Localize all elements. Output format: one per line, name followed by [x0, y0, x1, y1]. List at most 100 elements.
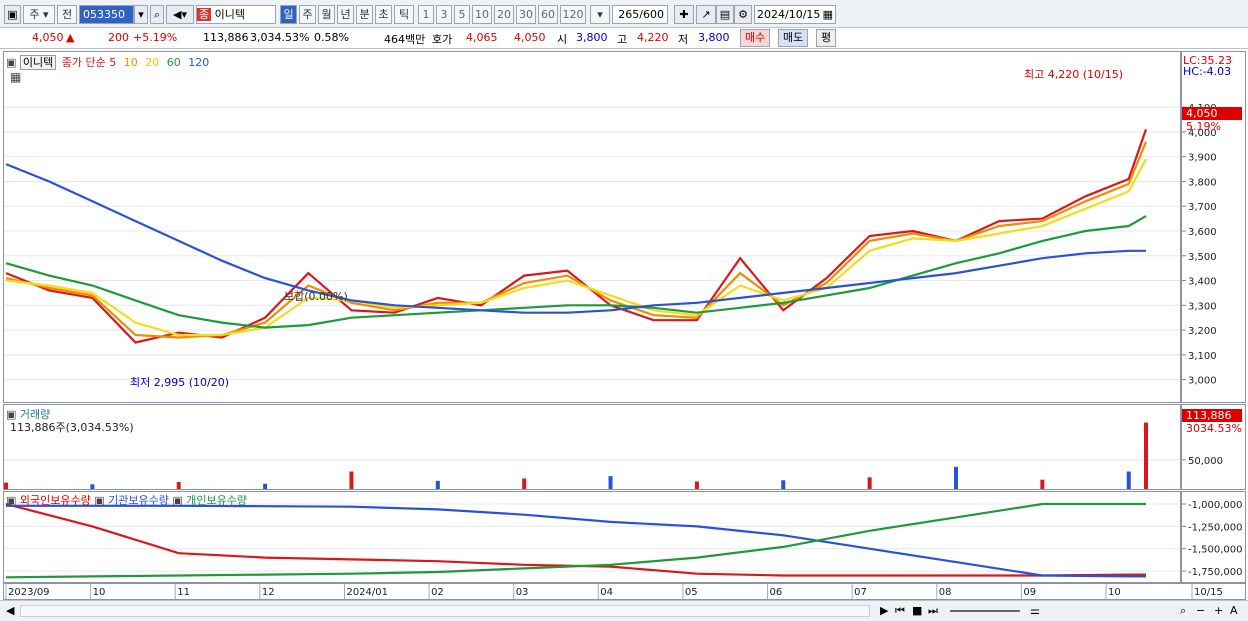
chart-icon[interactable]: ▣ — [4, 5, 21, 24]
hc-label: HC:-4.03 — [1183, 65, 1232, 78]
interval-30-button[interactable]: 30 — [516, 5, 536, 24]
ask-price: 4,065 — [466, 31, 498, 44]
y-tick-label: -1,750,000 — [1188, 567, 1243, 578]
search-icon[interactable]: ⌕ — [150, 5, 164, 24]
price-chart — [4, 106, 1180, 381]
zoom-in-icon[interactable]: + — [1214, 604, 1223, 617]
trade-amount: 464백만 — [384, 33, 426, 46]
sell-button[interactable]: 매도 — [778, 29, 809, 47]
stop-icon[interactable]: ■ — [912, 604, 922, 617]
date-tick-label: 10/15 — [1194, 587, 1223, 598]
volume-panel[interactable]: ▣ 거래량 113,886주(3,034.53%) — [3, 404, 1181, 490]
y-tick-label: 3,800 — [1188, 177, 1217, 188]
volume-value: 113,886 — [203, 31, 249, 44]
volume-axis: 50,000 113,886 3034.53% — [1181, 404, 1246, 490]
price-panel[interactable]: ▣ 이니텍 종가 단순 5 10 20 60 120 ▦ 최고 4,220 (1… — [3, 51, 1181, 403]
price-legend: ▣ 이니텍 종가 단순 5 10 20 60 120 — [6, 54, 209, 70]
price-axis: 3,000 3,100 3,200 3,300 3,400 3,500 3,600 3,700… — [1181, 51, 1246, 403]
date-tick-label: 05 — [685, 587, 698, 598]
market-label: 주 — [29, 8, 40, 21]
date-tick-label: 10 — [93, 587, 106, 598]
period-year-button[interactable]: 년 — [337, 5, 354, 24]
prev-button[interactable]: 전 — [57, 5, 77, 24]
quote-bar: 4,050 ▲ 200 +5.19% 113,886 3,034.53% 0.5… — [0, 28, 1248, 49]
open-price: 3,800 — [576, 31, 608, 44]
name-field[interactable]: 종 이니텍 — [196, 5, 276, 24]
next-page-icon[interactable]: ⏭ — [928, 604, 938, 618]
interval-60-button[interactable]: 60 — [538, 5, 558, 24]
calendar-icon[interactable]: ▦ — [823, 6, 833, 23]
market-select[interactable]: 주 ▾ — [23, 5, 55, 24]
count-field[interactable]: 265/600 — [612, 5, 668, 24]
y-tick-label: 3,600 — [1188, 227, 1217, 238]
interval-1-button[interactable]: 1 — [418, 5, 434, 24]
period-second-button[interactable]: 초 — [375, 5, 392, 24]
count-max: /600 — [639, 8, 664, 21]
bid-label: 호가 — [432, 33, 453, 46]
gear-icon[interactable]: ⚙ — [734, 5, 752, 24]
volume-bar — [954, 466, 958, 489]
holding-axis-svg: -1,000,000 -1,250,000 -1,500,000 -1,750,000 — [1182, 500, 1243, 578]
period-day-button[interactable]: 일 — [280, 5, 297, 24]
period-tick-button[interactable]: 틱 — [394, 5, 414, 24]
crosshair-icon[interactable]: ✚ — [674, 5, 694, 24]
low-marker: 최저 2,995 (10/20) — [130, 376, 230, 389]
speaker-icon[interactable]: ◀▾ — [166, 5, 194, 24]
change-arrow: ▲ — [66, 31, 75, 44]
interval-dropdown[interactable]: ▾ — [590, 5, 610, 24]
period-week-button[interactable]: 주 — [299, 5, 316, 24]
interval-10-button[interactable]: 10 — [472, 5, 492, 24]
legend-stock-name: 이니텍 — [19, 55, 57, 70]
zoom-slider[interactable] — [950, 610, 1020, 612]
date-tick-label: 12 — [262, 587, 275, 598]
zoom-out-icon[interactable]: − — [1196, 604, 1205, 617]
turnover-pct: 0.58% — [314, 31, 349, 44]
calculator-icon[interactable]: ▦ — [10, 70, 21, 84]
font-icon[interactable]: A — [1230, 604, 1238, 617]
period-minute-button[interactable]: 분 — [356, 5, 373, 24]
period-month-button[interactable]: 월 — [318, 5, 335, 24]
y-tick-label: 3,300 — [1188, 301, 1217, 312]
volume-bar — [608, 476, 613, 489]
save-icon[interactable]: ▤ — [716, 5, 734, 24]
draw-icon[interactable]: ↗ — [696, 5, 716, 24]
date-field[interactable]: 2024/10/15 ▦ — [754, 5, 836, 24]
volume-bar — [781, 480, 786, 489]
high-label: 고 — [617, 33, 628, 46]
series-line-20 — [5, 158, 1147, 337]
tools-icon[interactable]: ⚌ — [1030, 604, 1040, 617]
holding-panel[interactable]: ▣ 외국인보유수량 ▣ 기관보유수량 ▣ 개인보유수량 — [3, 491, 1181, 583]
legend-ma-60: 60 — [166, 56, 181, 69]
magnify-icon[interactable]: ⌕ — [1180, 604, 1186, 618]
high-marker: 최고 4,220 (10/15) — [1024, 68, 1124, 81]
volume-bar — [435, 480, 440, 489]
volume-bar — [176, 482, 181, 489]
date-tick-label: 07 — [854, 587, 867, 598]
interval-20-button[interactable]: 20 — [494, 5, 514, 24]
interval-3-button[interactable]: 3 — [436, 5, 452, 24]
date-tick-label: 03 — [516, 587, 529, 598]
date-tick-label: 09 — [1023, 587, 1036, 598]
open-label: 시 — [557, 33, 568, 46]
interval-120-button[interactable]: 120 — [560, 5, 586, 24]
eval-button[interactable]: 평 — [816, 29, 837, 47]
y-tick-label: 3,100 — [1188, 351, 1217, 362]
first-page-icon[interactable]: ⏮ — [895, 604, 905, 618]
chevron-down-icon[interactable]: ▾ — [134, 5, 148, 24]
code-input[interactable]: 053350 — [79, 5, 134, 24]
date-tick-label: 10 — [1108, 587, 1121, 598]
buy-button[interactable]: 매수 — [740, 29, 771, 47]
legend-ma-20: 20 — [145, 56, 160, 69]
scroll-track[interactable] — [20, 605, 870, 617]
y-tick-label: 3,000 — [1188, 376, 1217, 387]
scroll-right-icon[interactable]: ▶ — [880, 604, 888, 617]
current-price: 4,050 — [32, 31, 64, 44]
interval-5-button[interactable]: 5 — [454, 5, 470, 24]
volume-bar — [1040, 479, 1045, 489]
legend-box-icon: ▣ — [6, 494, 17, 507]
date-tick-label: 02 — [431, 587, 444, 598]
scroll-left-icon[interactable]: ◀ — [6, 604, 14, 617]
legend-box-icon: ▣ — [172, 494, 183, 507]
volume-bar — [694, 481, 699, 489]
stock-name: 이니텍 — [214, 8, 245, 21]
